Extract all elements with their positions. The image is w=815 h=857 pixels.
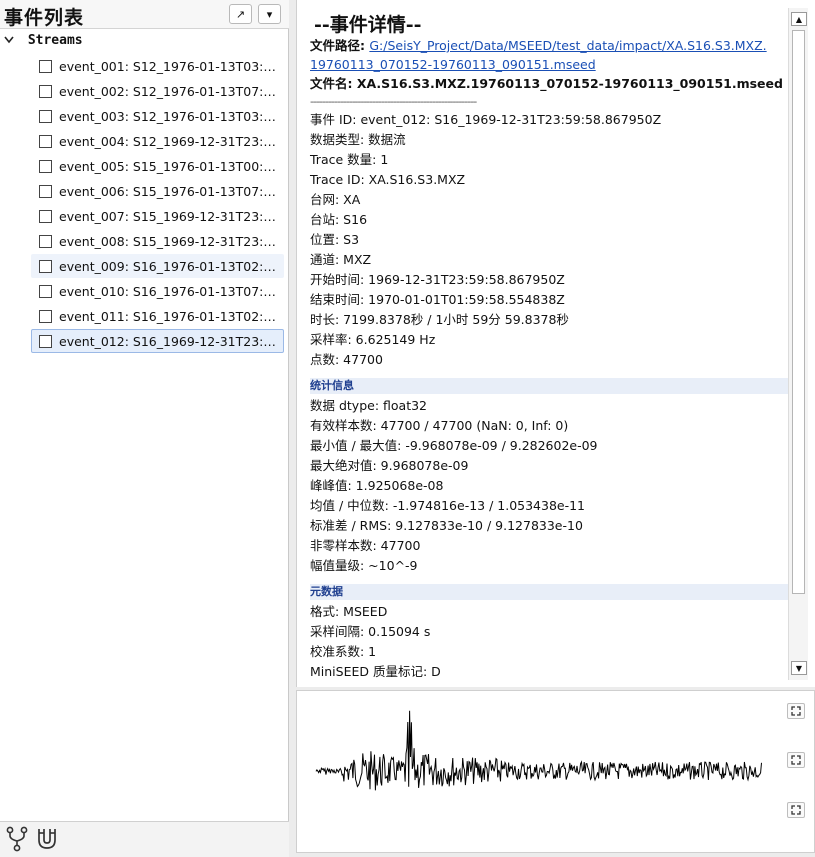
list-item-label: event_002: S12_1976-01-13T07:00… [59, 83, 283, 99]
item-checkbox[interactable] [39, 284, 52, 298]
item-checkbox[interactable] [39, 134, 52, 148]
list-item-label: event_007: S15_1969-12-31T23:59… [59, 208, 283, 224]
detail-row: 点数: 47700 [310, 352, 383, 367]
event-list-panel: 事件列表 ↗ ▾ Streams event_001: S12_1976-01-… [0, 0, 289, 857]
stats-row: 最小值 / 最大值: -9.968078e-09 / 9.282602e-09 [310, 438, 598, 453]
detail-row: 采样率: 6.625149 Hz [310, 332, 436, 347]
item-checkbox[interactable] [39, 309, 52, 323]
detail-row: Trace ID: XA.S16.S3.MXZ [310, 172, 466, 187]
expand-icon[interactable] [787, 802, 805, 818]
scroll-down-button[interactable]: ▼ [791, 661, 807, 675]
scroll-thumb[interactable] [792, 30, 805, 594]
metadata-row: 校准系数: 1 [310, 644, 377, 659]
stats-row: 数据 dtype: float32 [310, 398, 428, 413]
expand-icon[interactable] [787, 752, 805, 768]
list-item-label: event_011: S16_1976-01-13T02:41… [59, 308, 283, 324]
tree-root-label: Streams [27, 33, 83, 48]
stats-row: 最大绝对值: 9.968078e-09 [310, 458, 469, 473]
waveform-panel [296, 690, 815, 853]
file-path-label: 文件路径: [310, 38, 370, 53]
detail-row: 时长: 7199.8378秒 / 1小时 59分 59.8378秒 [310, 312, 569, 327]
list-item-label: event_012: S16_1969-12-31T23:59… [59, 333, 283, 349]
item-checkbox[interactable] [39, 334, 52, 348]
list-item[interactable]: event_006: S15_1976-01-13T07:00… [31, 179, 284, 203]
metadata-row: MiniSEED 质量标记: D [310, 664, 441, 679]
list-item-label: event_004: S12_1969-12-31T23:59… [59, 133, 283, 149]
detail-row: 结束时间: 1970-01-01T01:59:58.554838Z [310, 292, 565, 307]
item-checkbox[interactable] [39, 109, 52, 123]
left-toolbar [0, 821, 289, 857]
detail-row: 台站: S16 [310, 212, 368, 227]
list-item[interactable]: event_012: S16_1969-12-31T23:59… [31, 329, 284, 353]
event-list-header: 事件列表 ↗ ▾ [0, 0, 289, 29]
stats-row: 幅值量级: ~10^-9 [310, 558, 418, 573]
file-path-link-1[interactable]: G:/SeisY_Project/Data/MSEED/test_data/im… [369, 38, 766, 53]
detail-scrollbar[interactable]: ▲ ▼ [788, 8, 808, 680]
tree-root-streams[interactable]: Streams [4, 33, 83, 48]
separator: ----------------------------------------… [310, 95, 477, 108]
list-item[interactable]: event_009: S16_1976-01-13T02:41… [31, 254, 284, 278]
item-checkbox[interactable] [39, 84, 52, 98]
list-item-label: event_010: S16_1976-01-13T07:01… [59, 283, 283, 299]
list-item[interactable]: event_003: S12_1976-01-13T03:24… [31, 104, 284, 128]
detail-row: Trace 数量: 1 [310, 152, 389, 167]
metadata-row: 格式: MSEED [310, 604, 388, 619]
stats-row: 均值 / 中位数: -1.974816e-13 / 1.053438e-11 [310, 498, 586, 513]
list-item-label: event_003: S12_1976-01-13T03:24… [59, 108, 283, 124]
list-item[interactable]: event_011: S16_1976-01-13T02:41… [31, 304, 284, 328]
scroll-up-button[interactable]: ▲ [791, 12, 807, 26]
stats-row: 标准差 / RMS: 9.127833e-10 / 9.127833e-10 [310, 518, 583, 533]
item-checkbox[interactable] [39, 159, 52, 173]
list-item[interactable]: event_005: S15_1976-01-13T00:16… [31, 154, 284, 178]
detail-row: 数据类型: 数据流 [310, 132, 406, 147]
list-item-label: event_001: S12_1976-01-13T03:24… [59, 58, 283, 74]
stats-row: 有效样本数: 47700 / 47700 (NaN: 0, Inf: 0) [310, 418, 569, 433]
detail-row: 位置: S3 [310, 232, 360, 247]
stats-row: 峰峰值: 1.925068e-08 [310, 478, 444, 493]
list-item[interactable]: event_004: S12_1969-12-31T23:59… [31, 129, 284, 153]
waveform-trace [315, 710, 762, 791]
event-list-title: 事件列表 [4, 7, 85, 29]
list-item-label: event_006: S15_1976-01-13T07:00… [59, 183, 283, 199]
item-checkbox[interactable] [39, 184, 52, 198]
item-checkbox[interactable] [39, 234, 52, 248]
list-item-label: event_009: S16_1976-01-13T02:41… [59, 258, 283, 274]
detail-row: 开始时间: 1969-12-31T23:59:58.867950Z [310, 272, 565, 287]
stats-section-header: 统计信息 [310, 378, 788, 394]
detail-title: --事件详情-- [314, 14, 422, 36]
list-item[interactable]: event_007: S15_1969-12-31T23:59… [31, 204, 284, 228]
detail-row: 通道: MXZ [310, 252, 372, 267]
expand-icon[interactable] [787, 703, 805, 719]
list-item[interactable]: event_010: S16_1976-01-13T07:01… [31, 279, 284, 303]
detail-row: 台网: XA [310, 192, 361, 207]
metadata-row: 采样间隔: 0.15094 s [310, 624, 431, 639]
file-name: 文件名: XA.S16.S3.MXZ.19760113_070152-19760… [310, 76, 783, 91]
file-path: 文件路径: G:/SeisY_Project/Data/MSEED/test_d… [310, 36, 788, 74]
metadata-section-header: 元数据 [310, 584, 788, 600]
file-path-link-2[interactable]: 19760113_070152-19760113_090151.mseed [310, 57, 596, 72]
fork-icon[interactable] [4, 826, 30, 852]
item-checkbox[interactable] [39, 59, 52, 73]
item-checkbox[interactable] [39, 259, 52, 273]
event-detail-content: --事件详情-- 文件路径: G:/SeisY_Project/Data/MSE… [310, 10, 788, 682]
list-item-label: event_005: S15_1976-01-13T00:16… [59, 158, 283, 174]
list-item-label: event_008: S15_1969-12-31T23:59… [59, 233, 283, 249]
magnet-icon[interactable] [34, 826, 60, 852]
expand-panel-button[interactable]: ↗ [229, 4, 252, 24]
list-item[interactable]: event_002: S12_1976-01-13T07:00… [31, 79, 284, 103]
list-item[interactable]: event_008: S15_1969-12-31T23:59… [31, 229, 284, 253]
detail-row: 事件 ID: event_012: S16_1969-12-31T23:59:5… [310, 112, 662, 127]
event-detail-panel[interactable]: --事件详情-- 文件路径: G:/SeisY_Project/Data/MSE… [296, 0, 815, 687]
item-checkbox[interactable] [39, 209, 52, 223]
stats-row: 非零样本数: 47700 [310, 538, 421, 553]
chevron-down-icon[interactable] [4, 33, 20, 47]
panel-menu-button[interactable]: ▾ [258, 4, 281, 24]
list-item[interactable]: event_001: S12_1976-01-13T03:24… [31, 54, 284, 78]
waveform-plot [315, 710, 762, 791]
